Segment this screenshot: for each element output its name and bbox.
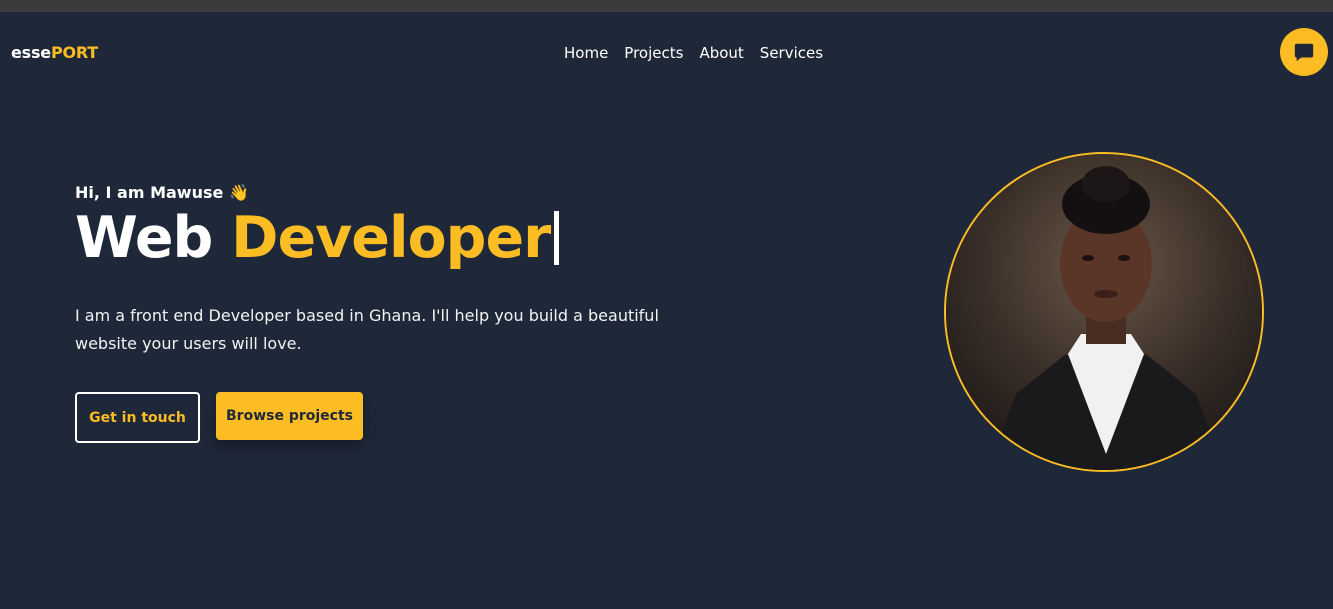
browser-top-strip — [0, 0, 1333, 12]
greeting-text: Hi, I am Mawuse — [75, 183, 224, 202]
headline-role: Developer — [231, 205, 551, 271]
typing-caret — [554, 211, 560, 265]
portrait-illustration — [946, 154, 1262, 470]
hero-description: I am a front end Developer based in Ghan… — [75, 306, 659, 353]
chat-button[interactable] — [1280, 28, 1328, 76]
chat-bubble-icon — [1294, 43, 1314, 62]
get-in-touch-button[interactable]: Get in touch — [75, 392, 200, 443]
nav-about[interactable]: About — [699, 44, 743, 62]
navbar: essePORT Home Projects About Services — [0, 12, 1333, 92]
hero-actions: Get in touch Browse projects — [75, 392, 363, 443]
hero-headline: Web Developer — [75, 206, 695, 270]
headline-prefix: Web — [75, 205, 213, 271]
nav-services[interactable]: Services — [760, 44, 823, 62]
nav-projects[interactable]: Projects — [624, 44, 683, 62]
greeting: Hi, I am Mawuse 👋 — [75, 183, 695, 202]
profile-portrait — [944, 152, 1264, 472]
main-menu: Home Projects About Services — [564, 44, 823, 62]
logo-accent: PORT — [50, 43, 98, 62]
waving-hand-icon: 👋 — [229, 183, 250, 202]
browse-projects-button[interactable]: Browse projects — [216, 392, 363, 440]
nav-home[interactable]: Home — [564, 44, 608, 62]
logo[interactable]: essePORT — [11, 43, 98, 62]
logo-prefix: esse — [11, 43, 51, 62]
hero-intro: Hi, I am Mawuse 👋 Web Developer I am a f… — [75, 183, 695, 358]
